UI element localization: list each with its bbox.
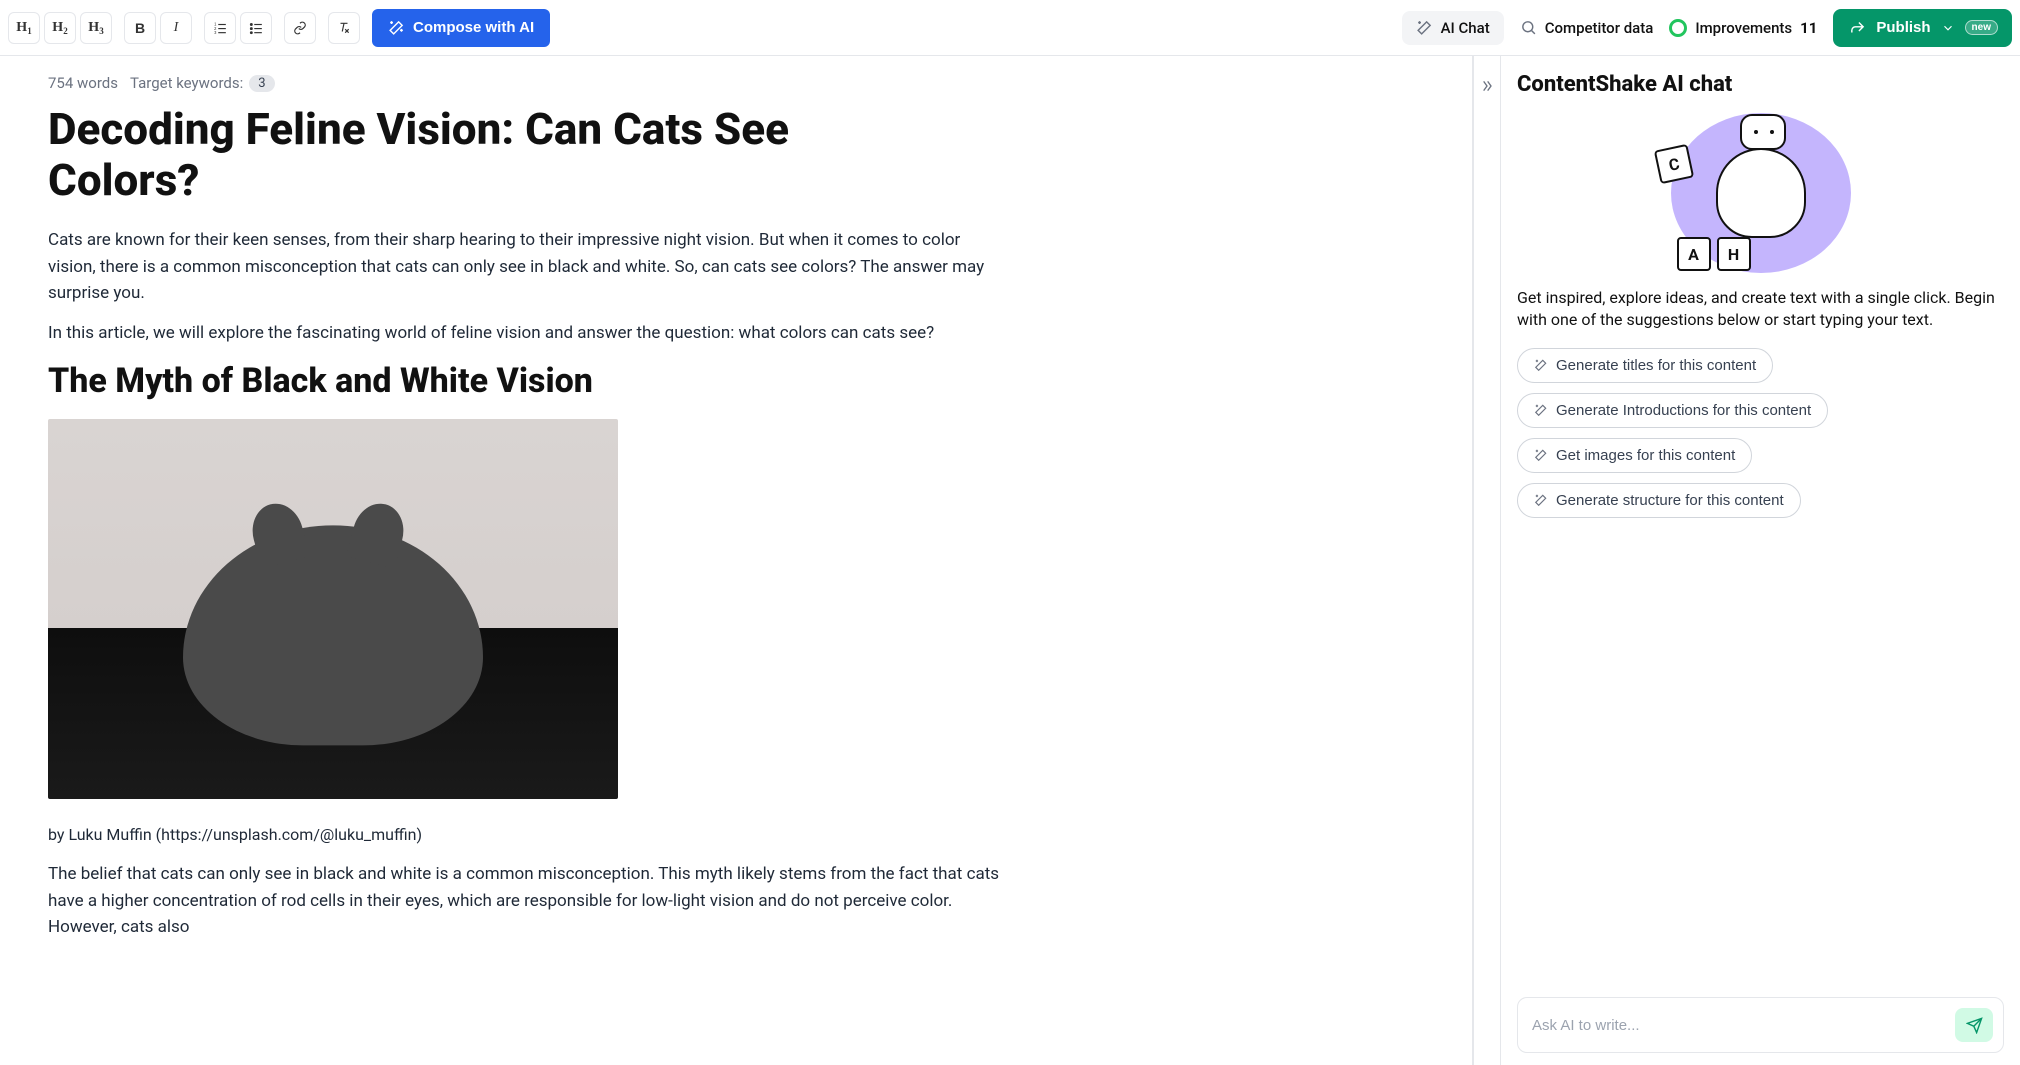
main-content: 754 words Target keywords: 3 Decoding Fe… (0, 56, 2020, 1065)
h2-button[interactable]: H2 (44, 12, 76, 44)
editor-column[interactable]: 754 words Target keywords: 3 Decoding Fe… (0, 56, 1472, 1065)
magic-wand-icon (388, 19, 405, 36)
link-button[interactable] (284, 12, 316, 44)
ai-input-row (1517, 997, 2004, 1053)
toolbar-right: AI Chat Competitor data Improvements 11 … (1402, 9, 2012, 47)
chevron-right-double-icon (1479, 78, 1495, 94)
h1-button[interactable]: H1 (8, 12, 40, 44)
suggestion-button[interactable]: Generate structure for this content (1517, 483, 1801, 518)
suggestion-label: Generate structure for this content (1556, 492, 1784, 509)
ai-description: Get inspired, explore ideas, and create … (1517, 287, 2004, 332)
improvements-label: Improvements (1695, 19, 1792, 37)
collapse-panel-button[interactable] (1472, 56, 1500, 1065)
paragraph[interactable]: Cats are known for their keen senses, fr… (48, 227, 1008, 306)
keyword-count-badge[interactable]: 3 (249, 75, 274, 92)
cat-illustration (183, 525, 483, 745)
paragraph[interactable]: In this article, we will explore the fas… (48, 320, 1008, 346)
compose-with-ai-button[interactable]: Compose with AI (372, 9, 550, 47)
chevron-down-icon (1941, 21, 1955, 35)
clear-format-button[interactable] (328, 12, 360, 44)
suggestion-label: Generate Introductions for this content (1556, 402, 1811, 419)
ordered-list-button[interactable]: 123 (204, 12, 236, 44)
image-caption[interactable]: by Luku Muffin (https://unsplash.com/@lu… (48, 823, 1008, 848)
ordered-list-icon: 123 (213, 21, 227, 35)
suggestion-label: Get images for this content (1556, 447, 1735, 464)
article-image[interactable] (48, 419, 618, 799)
ai-chat-link[interactable]: AI Chat (1402, 11, 1504, 45)
h3-button[interactable]: H3 (80, 12, 112, 44)
improvements-link[interactable]: Improvements 11 (1669, 19, 1817, 37)
magic-wand-icon (1416, 19, 1433, 36)
ai-chat-panel: ContentShake AI chat C H A Get inspired,… (1500, 56, 2020, 1065)
word-count: 754 words (48, 74, 118, 92)
unordered-list-icon (249, 21, 263, 35)
magic-wand-icon (1534, 448, 1548, 462)
ai-chat-label: AI Chat (1441, 19, 1490, 37)
new-badge: new (1965, 20, 1998, 35)
unordered-list-button[interactable] (240, 12, 272, 44)
send-icon (1966, 1017, 1983, 1034)
magic-wand-icon (1534, 403, 1548, 417)
suggestion-list: Generate titles for this content Generat… (1517, 348, 2004, 518)
publish-button[interactable]: Publish new (1833, 9, 2012, 47)
top-toolbar: H1 H2 H3 B I 123 Compo (0, 0, 2020, 56)
send-button[interactable] (1955, 1008, 1993, 1042)
paragraph[interactable]: The belief that cats can only see in bla… (48, 861, 1008, 940)
compose-label: Compose with AI (413, 19, 534, 36)
publish-label: Publish (1876, 19, 1930, 36)
suggestion-label: Generate titles for this content (1556, 357, 1756, 374)
toolbar-left: H1 H2 H3 B I 123 Compo (8, 9, 550, 47)
share-arrow-icon (1849, 19, 1866, 36)
clear-format-icon (337, 21, 351, 35)
suggestion-button[interactable]: Generate Introductions for this content (1517, 393, 1828, 428)
target-keywords-label: Target keywords: (130, 74, 243, 92)
meta-line: 754 words Target keywords: 3 (48, 74, 1424, 92)
ring-icon (1669, 19, 1687, 37)
suggestion-button[interactable]: Generate titles for this content (1517, 348, 1773, 383)
ai-illustration: C H A (1517, 113, 2004, 273)
ai-panel-title: ContentShake AI chat (1517, 72, 2004, 97)
magic-wand-icon (1534, 358, 1548, 372)
article-title[interactable]: Decoding Feline Vision: Can Cats See Col… (48, 104, 948, 205)
suggestion-button[interactable]: Get images for this content (1517, 438, 1752, 473)
improvements-count: 11 (1800, 19, 1817, 37)
search-icon (1520, 19, 1537, 36)
bold-button[interactable]: B (124, 12, 156, 44)
competitor-label: Competitor data (1545, 19, 1654, 37)
ai-input[interactable] (1532, 1017, 1945, 1034)
magic-wand-icon (1534, 493, 1548, 507)
svg-text:3: 3 (214, 29, 217, 34)
link-icon (293, 21, 307, 35)
section-heading[interactable]: The Myth of Black and White Vision (48, 361, 1424, 401)
italic-button[interactable]: I (160, 12, 192, 44)
competitor-data-link[interactable]: Competitor data (1520, 19, 1654, 37)
